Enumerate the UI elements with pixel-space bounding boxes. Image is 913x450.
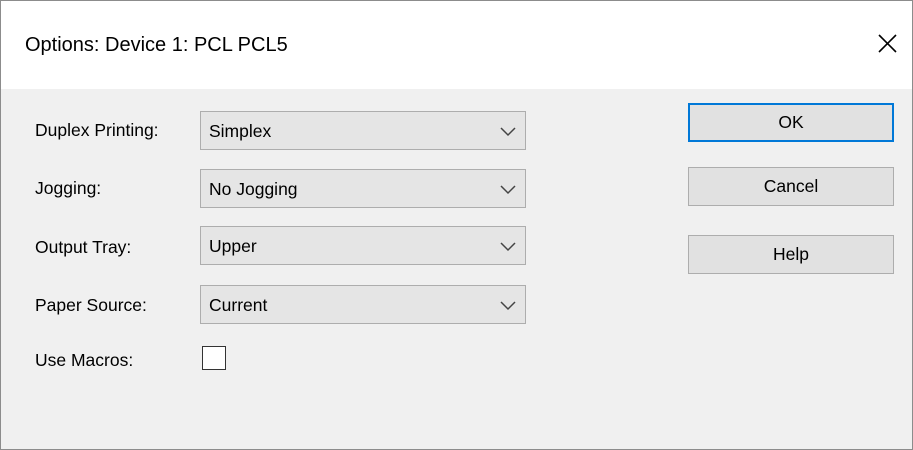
duplex-printing-value: Simplex xyxy=(209,121,272,141)
chevron-down-icon xyxy=(499,124,517,138)
help-button[interactable]: Help xyxy=(688,235,894,274)
paper-source-select[interactable]: Current xyxy=(200,285,526,324)
options-dialog: Options: Device 1: PCL PCL5 Duplex Print… xyxy=(0,0,913,450)
duplex-printing-label: Duplex Printing: xyxy=(35,120,159,140)
duplex-printing-select[interactable]: Simplex xyxy=(200,111,526,150)
jogging-select[interactable]: No Jogging xyxy=(200,169,526,208)
jogging-label: Jogging: xyxy=(35,178,102,198)
use-macros-checkbox[interactable] xyxy=(202,346,226,370)
close-button[interactable] xyxy=(867,23,907,63)
paper-source-label: Paper Source: xyxy=(35,295,147,315)
window-title: Options: Device 1: PCL PCL5 xyxy=(25,34,288,56)
chevron-down-icon xyxy=(499,298,517,312)
cancel-button[interactable]: Cancel xyxy=(688,167,894,206)
close-icon xyxy=(878,34,897,53)
chevron-down-icon xyxy=(499,239,517,253)
chevron-down-icon xyxy=(499,182,517,196)
title-bar: Options: Device 1: PCL PCL5 xyxy=(1,1,912,89)
use-macros-label: Use Macros: xyxy=(35,350,134,370)
output-tray-value: Upper xyxy=(209,236,257,256)
jogging-value: No Jogging xyxy=(209,179,298,199)
ok-button[interactable]: OK xyxy=(688,103,894,142)
output-tray-select[interactable]: Upper xyxy=(200,226,526,265)
paper-source-value: Current xyxy=(209,295,268,315)
dialog-body: Duplex Printing: Simplex Jogging: No Jog… xyxy=(1,89,912,449)
output-tray-label: Output Tray: xyxy=(35,237,132,257)
